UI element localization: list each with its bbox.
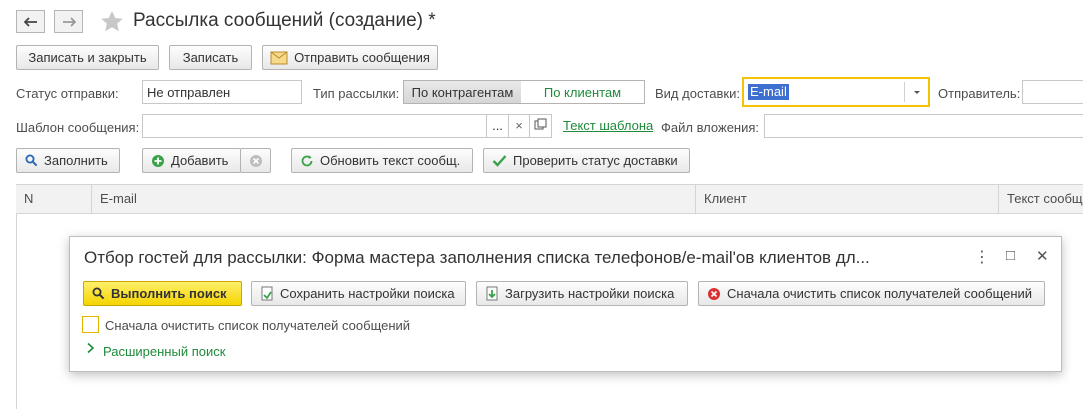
recipients-table-header: N E-mail Клиент Текст сообщ	[16, 184, 1083, 214]
type-option-clients[interactable]: По клиентам	[521, 80, 645, 104]
sender-field[interactable]	[1022, 80, 1083, 104]
load-search-settings-button[interactable]: Загрузить настройки поиска	[476, 281, 688, 306]
run-search-label: Выполнить поиск	[111, 286, 227, 301]
maximize-icon[interactable]: □	[1006, 247, 1015, 264]
status-label: Статус отправки:	[16, 86, 119, 101]
checkmark-icon	[492, 154, 507, 167]
column-header-message-text[interactable]: Текст сообщ	[999, 185, 1083, 213]
attachment-label: Файл вложения:	[661, 120, 760, 135]
arrow-right-icon	[62, 16, 76, 27]
dropdown-arrow-icon[interactable]	[910, 83, 924, 104]
save-search-settings-label: Сохранить настройки поиска	[280, 286, 455, 301]
close-icon[interactable]: ✕	[1036, 247, 1049, 265]
status-field[interactable]: Не отправлен	[142, 80, 302, 104]
add-label: Добавить	[171, 153, 229, 168]
favorite-star-icon[interactable]	[100, 10, 124, 36]
save-search-settings-button[interactable]: Сохранить настройки поиска	[251, 281, 466, 306]
clear-recipients-checkbox-label[interactable]: Сначала очистить список получателей сооб…	[105, 318, 410, 333]
page-title: Рассылка сообщений (создание) *	[133, 10, 436, 31]
template-label: Шаблон сообщения:	[16, 120, 140, 135]
delete-button[interactable]	[240, 148, 271, 173]
column-header-email[interactable]: E-mail	[92, 185, 696, 213]
refresh-text-label: Обновить текст сообщ.	[320, 153, 461, 168]
template-field[interactable]	[142, 114, 487, 138]
select-divider	[904, 82, 905, 102]
sender-label: Отправитель:	[938, 86, 1021, 101]
column-header-client[interactable]: Клиент	[696, 185, 999, 213]
delivery-type-label: Вид доставки:	[655, 86, 740, 101]
attachment-field[interactable]	[764, 114, 1083, 138]
chevron-right-icon[interactable]	[86, 342, 95, 357]
open-icon	[534, 118, 547, 130]
clear-recipients-button[interactable]: Сначала очистить список получателей сооб…	[698, 281, 1045, 306]
arrow-left-icon	[23, 16, 37, 27]
envelope-icon	[270, 51, 288, 65]
run-search-button[interactable]: Выполнить поиск	[83, 281, 242, 306]
delivery-type-select[interactable]: E-mail	[742, 77, 930, 107]
clear-circle-icon	[707, 287, 721, 301]
save-button[interactable]: Записать	[169, 45, 252, 70]
clear-recipients-checkbox[interactable]	[82, 316, 99, 333]
guest-selection-dialog: Отбор гостей для рассылки: Форма мастера…	[69, 236, 1062, 372]
send-messages-label: Отправить сообщения	[294, 50, 430, 65]
advanced-search-toggle[interactable]: Расширенный поиск	[103, 344, 225, 359]
fill-label: Заполнить	[44, 153, 108, 168]
send-messages-button[interactable]: Отправить сообщения	[262, 45, 438, 70]
load-settings-icon	[485, 286, 499, 301]
delivery-type-value: E-mail	[748, 84, 789, 100]
template-open-button[interactable]	[529, 114, 552, 138]
mailing-type-label: Тип рассылки:	[313, 86, 400, 101]
column-header-n[interactable]: N	[16, 185, 92, 213]
clear-recipients-label: Сначала очистить список получателей сооб…	[727, 286, 1033, 301]
save-settings-icon	[260, 286, 274, 301]
template-text-link[interactable]: Текст шаблона	[563, 118, 653, 133]
search-icon	[25, 154, 38, 167]
refresh-text-button[interactable]: Обновить текст сообщ.	[291, 148, 473, 173]
check-delivery-status-label: Проверить статус доставки	[513, 153, 678, 168]
refresh-icon	[300, 154, 314, 168]
search-icon	[92, 287, 105, 300]
check-delivery-status-button[interactable]: Проверить статус доставки	[483, 148, 690, 173]
save-and-close-button[interactable]: Записать и закрыть	[16, 45, 159, 70]
type-option-contractors[interactable]: По контрагентам	[403, 80, 522, 104]
more-menu-icon[interactable]: ⋮	[974, 247, 990, 267]
plus-circle-icon	[151, 154, 165, 168]
fill-button[interactable]: Заполнить	[16, 148, 120, 173]
back-button[interactable]	[16, 10, 45, 33]
load-search-settings-label: Загрузить настройки поиска	[505, 286, 675, 301]
dialog-title: Отбор гостей для рассылки: Форма мастера…	[84, 248, 870, 267]
delete-circle-icon	[249, 154, 262, 167]
forward-button[interactable]	[54, 10, 83, 33]
add-button[interactable]: Добавить	[142, 148, 241, 173]
template-choose-button[interactable]: ...	[486, 114, 509, 138]
template-clear-button[interactable]: ×	[508, 114, 530, 138]
